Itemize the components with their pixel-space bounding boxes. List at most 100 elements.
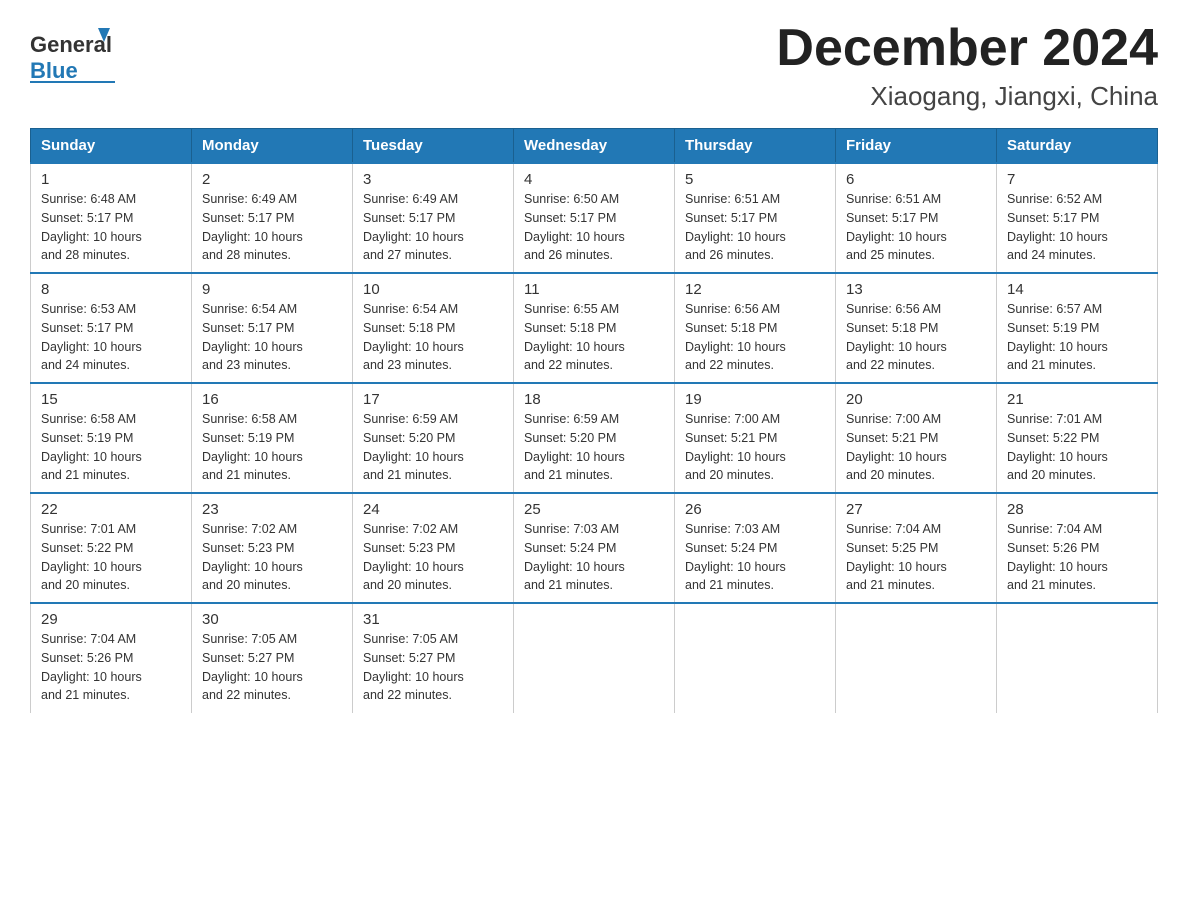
- day-cell: 25 Sunrise: 7:03 AMSunset: 5:24 PMDaylig…: [514, 493, 675, 603]
- day-cell: 9 Sunrise: 6:54 AMSunset: 5:17 PMDayligh…: [192, 273, 353, 383]
- day-info: Sunrise: 6:58 AMSunset: 5:19 PMDaylight:…: [41, 410, 181, 485]
- day-info: Sunrise: 6:55 AMSunset: 5:18 PMDaylight:…: [524, 300, 664, 375]
- day-number: 23: [202, 501, 342, 518]
- calendar-subtitle: Xiaogang, Jiangxi, China: [776, 81, 1158, 112]
- day-number: 20: [846, 391, 986, 408]
- day-cell: 13 Sunrise: 6:56 AMSunset: 5:18 PMDaylig…: [836, 273, 997, 383]
- day-number: 18: [524, 391, 664, 408]
- day-info: Sunrise: 6:52 AMSunset: 5:17 PMDaylight:…: [1007, 190, 1147, 265]
- day-cell: 21 Sunrise: 7:01 AMSunset: 5:22 PMDaylig…: [997, 383, 1158, 493]
- title-block: December 2024 Xiaogang, Jiangxi, China: [776, 20, 1158, 112]
- header-wednesday: Wednesday: [514, 129, 675, 164]
- day-number: 26: [685, 501, 825, 518]
- logo: General Blue: [30, 20, 120, 90]
- day-cell: 17 Sunrise: 6:59 AMSunset: 5:20 PMDaylig…: [353, 383, 514, 493]
- day-info: Sunrise: 6:56 AMSunset: 5:18 PMDaylight:…: [846, 300, 986, 375]
- header-saturday: Saturday: [997, 129, 1158, 164]
- day-number: 29: [41, 611, 181, 628]
- day-number: 9: [202, 281, 342, 298]
- day-cell: 5 Sunrise: 6:51 AMSunset: 5:17 PMDayligh…: [675, 163, 836, 273]
- day-cell: 3 Sunrise: 6:49 AMSunset: 5:17 PMDayligh…: [353, 163, 514, 273]
- svg-text:Blue: Blue: [30, 58, 78, 83]
- day-info: Sunrise: 7:01 AMSunset: 5:22 PMDaylight:…: [1007, 410, 1147, 485]
- header-tuesday: Tuesday: [353, 129, 514, 164]
- day-info: Sunrise: 6:58 AMSunset: 5:19 PMDaylight:…: [202, 410, 342, 485]
- week-row-2: 8 Sunrise: 6:53 AMSunset: 5:17 PMDayligh…: [31, 273, 1158, 383]
- calendar-header-row: SundayMondayTuesdayWednesdayThursdayFrid…: [31, 129, 1158, 164]
- day-cell: [836, 603, 997, 713]
- day-cell: 7 Sunrise: 6:52 AMSunset: 5:17 PMDayligh…: [997, 163, 1158, 273]
- day-cell: [997, 603, 1158, 713]
- day-cell: 10 Sunrise: 6:54 AMSunset: 5:18 PMDaylig…: [353, 273, 514, 383]
- header-thursday: Thursday: [675, 129, 836, 164]
- day-info: Sunrise: 6:59 AMSunset: 5:20 PMDaylight:…: [524, 410, 664, 485]
- day-number: 3: [363, 171, 503, 188]
- week-row-4: 22 Sunrise: 7:01 AMSunset: 5:22 PMDaylig…: [31, 493, 1158, 603]
- day-number: 19: [685, 391, 825, 408]
- day-info: Sunrise: 7:05 AMSunset: 5:27 PMDaylight:…: [363, 630, 503, 705]
- day-number: 14: [1007, 281, 1147, 298]
- day-info: Sunrise: 7:00 AMSunset: 5:21 PMDaylight:…: [685, 410, 825, 485]
- header-monday: Monday: [192, 129, 353, 164]
- day-info: Sunrise: 6:51 AMSunset: 5:17 PMDaylight:…: [685, 190, 825, 265]
- day-info: Sunrise: 7:02 AMSunset: 5:23 PMDaylight:…: [363, 520, 503, 595]
- week-row-1: 1 Sunrise: 6:48 AMSunset: 5:17 PMDayligh…: [31, 163, 1158, 273]
- day-cell: 14 Sunrise: 6:57 AMSunset: 5:19 PMDaylig…: [997, 273, 1158, 383]
- day-cell: 28 Sunrise: 7:04 AMSunset: 5:26 PMDaylig…: [997, 493, 1158, 603]
- day-number: 12: [685, 281, 825, 298]
- day-number: 25: [524, 501, 664, 518]
- day-number: 1: [41, 171, 181, 188]
- day-number: 27: [846, 501, 986, 518]
- svg-text:General: General: [30, 32, 112, 57]
- day-number: 7: [1007, 171, 1147, 188]
- day-info: Sunrise: 6:57 AMSunset: 5:19 PMDaylight:…: [1007, 300, 1147, 375]
- day-number: 2: [202, 171, 342, 188]
- day-info: Sunrise: 7:00 AMSunset: 5:21 PMDaylight:…: [846, 410, 986, 485]
- day-info: Sunrise: 7:03 AMSunset: 5:24 PMDaylight:…: [685, 520, 825, 595]
- day-number: 15: [41, 391, 181, 408]
- day-cell: 8 Sunrise: 6:53 AMSunset: 5:17 PMDayligh…: [31, 273, 192, 383]
- day-number: 8: [41, 281, 181, 298]
- week-row-5: 29 Sunrise: 7:04 AMSunset: 5:26 PMDaylig…: [31, 603, 1158, 713]
- day-info: Sunrise: 7:02 AMSunset: 5:23 PMDaylight:…: [202, 520, 342, 595]
- day-cell: 4 Sunrise: 6:50 AMSunset: 5:17 PMDayligh…: [514, 163, 675, 273]
- day-cell: 23 Sunrise: 7:02 AMSunset: 5:23 PMDaylig…: [192, 493, 353, 603]
- day-cell: [675, 603, 836, 713]
- day-info: Sunrise: 6:50 AMSunset: 5:17 PMDaylight:…: [524, 190, 664, 265]
- day-cell: 1 Sunrise: 6:48 AMSunset: 5:17 PMDayligh…: [31, 163, 192, 273]
- page-header: General Blue December 2024 Xiaogang, Jia…: [30, 20, 1158, 112]
- header-sunday: Sunday: [31, 129, 192, 164]
- day-number: 13: [846, 281, 986, 298]
- day-number: 31: [363, 611, 503, 628]
- day-info: Sunrise: 7:04 AMSunset: 5:26 PMDaylight:…: [1007, 520, 1147, 595]
- day-cell: 20 Sunrise: 7:00 AMSunset: 5:21 PMDaylig…: [836, 383, 997, 493]
- day-info: Sunrise: 6:59 AMSunset: 5:20 PMDaylight:…: [363, 410, 503, 485]
- day-number: 21: [1007, 391, 1147, 408]
- day-cell: 2 Sunrise: 6:49 AMSunset: 5:17 PMDayligh…: [192, 163, 353, 273]
- day-info: Sunrise: 7:01 AMSunset: 5:22 PMDaylight:…: [41, 520, 181, 595]
- day-cell: 11 Sunrise: 6:55 AMSunset: 5:18 PMDaylig…: [514, 273, 675, 383]
- day-info: Sunrise: 6:54 AMSunset: 5:17 PMDaylight:…: [202, 300, 342, 375]
- day-info: Sunrise: 7:04 AMSunset: 5:25 PMDaylight:…: [846, 520, 986, 595]
- week-row-3: 15 Sunrise: 6:58 AMSunset: 5:19 PMDaylig…: [31, 383, 1158, 493]
- day-info: Sunrise: 6:53 AMSunset: 5:17 PMDaylight:…: [41, 300, 181, 375]
- header-friday: Friday: [836, 129, 997, 164]
- day-cell: 16 Sunrise: 6:58 AMSunset: 5:19 PMDaylig…: [192, 383, 353, 493]
- day-cell: 22 Sunrise: 7:01 AMSunset: 5:22 PMDaylig…: [31, 493, 192, 603]
- day-cell: 19 Sunrise: 7:00 AMSunset: 5:21 PMDaylig…: [675, 383, 836, 493]
- day-number: 4: [524, 171, 664, 188]
- day-cell: 29 Sunrise: 7:04 AMSunset: 5:26 PMDaylig…: [31, 603, 192, 713]
- day-cell: 30 Sunrise: 7:05 AMSunset: 5:27 PMDaylig…: [192, 603, 353, 713]
- day-cell: [514, 603, 675, 713]
- day-number: 22: [41, 501, 181, 518]
- logo-svg: General Blue: [30, 20, 120, 90]
- day-cell: 27 Sunrise: 7:04 AMSunset: 5:25 PMDaylig…: [836, 493, 997, 603]
- day-number: 30: [202, 611, 342, 628]
- day-info: Sunrise: 6:49 AMSunset: 5:17 PMDaylight:…: [202, 190, 342, 265]
- day-number: 24: [363, 501, 503, 518]
- calendar-table: SundayMondayTuesdayWednesdayThursdayFrid…: [30, 128, 1158, 713]
- day-cell: 26 Sunrise: 7:03 AMSunset: 5:24 PMDaylig…: [675, 493, 836, 603]
- calendar-title: December 2024: [776, 20, 1158, 77]
- day-number: 17: [363, 391, 503, 408]
- day-cell: 6 Sunrise: 6:51 AMSunset: 5:17 PMDayligh…: [836, 163, 997, 273]
